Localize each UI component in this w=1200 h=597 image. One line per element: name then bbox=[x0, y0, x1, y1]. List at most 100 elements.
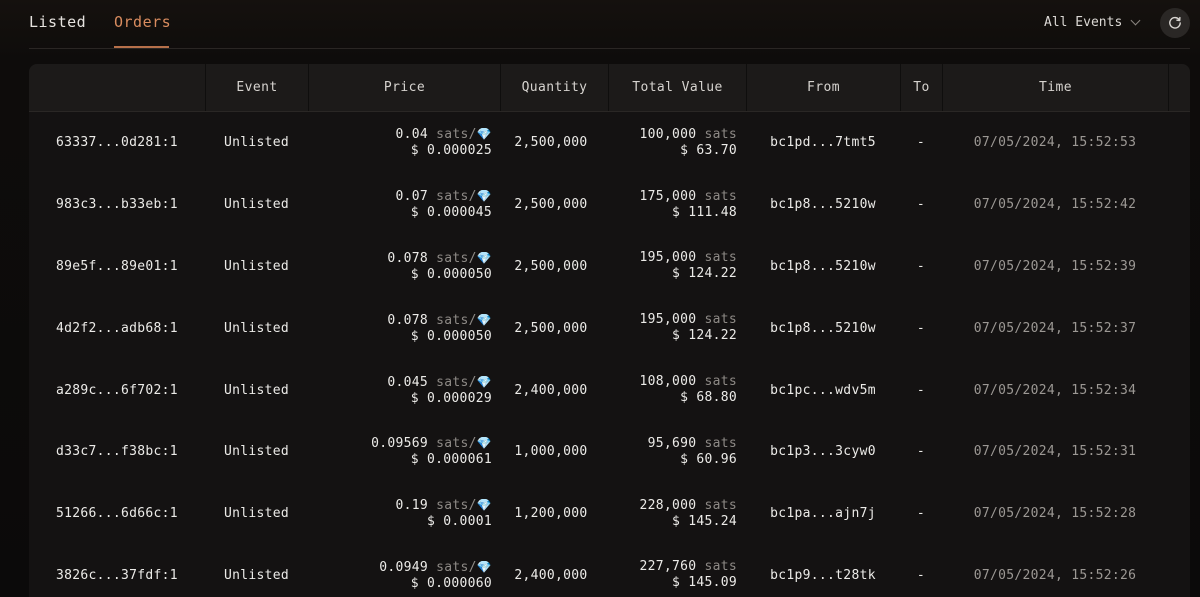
event-type: Unlisted bbox=[223, 258, 289, 274]
timestamp: 07/05/2024, 15:52:34 bbox=[973, 382, 1137, 398]
total-unit: sats bbox=[704, 312, 737, 328]
total-usd: $ 145.09 bbox=[671, 575, 737, 591]
inscription-id[interactable]: 63337...0d281:1 bbox=[56, 112, 178, 174]
to-address: - bbox=[916, 506, 926, 522]
inscription-id[interactable]: 3826c...37fdf:1 bbox=[56, 545, 178, 597]
table-row[interactable]: d33c7...f38bc:1 Unlisted 0.09569 sats/💎 $ 0… bbox=[29, 421, 1190, 483]
table-row[interactable]: 983c3...b33eb:1 Unlisted 0.07 sats/💎 $ 0.00… bbox=[29, 174, 1190, 236]
quantity: 2,500,000 bbox=[514, 258, 588, 274]
price-unit: sats/ bbox=[436, 559, 477, 575]
quantity: 2,400,000 bbox=[514, 567, 588, 583]
timestamp: 07/05/2024, 15:52:26 bbox=[973, 567, 1137, 583]
price-unit: sats/ bbox=[436, 127, 477, 143]
quantity: 2,400,000 bbox=[514, 382, 588, 398]
quantity: 2,500,000 bbox=[514, 135, 588, 151]
diamond-icon: 💎 bbox=[476, 436, 492, 451]
inscription-id[interactable]: 89e5f...89e01:1 bbox=[56, 236, 178, 298]
top-bar: Listed Orders All Events bbox=[0, 0, 1200, 48]
event-filter-dropdown[interactable]: All Events bbox=[1044, 15, 1141, 30]
total-sats: 195,000 bbox=[639, 312, 697, 328]
orders-table: Event Price Quantity Total Value From To… bbox=[29, 64, 1190, 597]
refresh-button[interactable] bbox=[1160, 8, 1190, 38]
from-address[interactable]: bc1pc...wdv5m bbox=[747, 359, 899, 421]
table-row[interactable]: 3826c...37fdf:1 Unlisted 0.0949 sats/💎 $ 0.… bbox=[29, 545, 1190, 597]
tab-listed[interactable]: Listed bbox=[29, 13, 86, 31]
header-from: From bbox=[807, 80, 840, 95]
inscription-id[interactable]: d33c7...f38bc:1 bbox=[56, 421, 178, 483]
event-type: Unlisted bbox=[223, 197, 289, 213]
header-to: To bbox=[913, 80, 930, 95]
price-unit: sats/ bbox=[436, 250, 477, 266]
total-value-cell: 100,000 sats $ 63.70 bbox=[609, 112, 737, 174]
total-value-cell: 227,760 sats $ 145.09 bbox=[609, 545, 737, 597]
table-row[interactable]: 89e5f...89e01:1 Unlisted 0.078 sats/💎 $ 0.0… bbox=[29, 236, 1190, 298]
price-sats: 0.078 bbox=[387, 312, 428, 328]
total-value-cell: 108,000 sats $ 68.80 bbox=[609, 359, 737, 421]
inscription-id[interactable]: 983c3...b33eb:1 bbox=[56, 174, 178, 236]
total-value-cell: 228,000 sats $ 145.24 bbox=[609, 483, 737, 545]
total-usd: $ 68.80 bbox=[680, 390, 737, 406]
diamond-icon: 💎 bbox=[476, 312, 492, 327]
total-usd: $ 124.22 bbox=[671, 266, 737, 282]
timestamp: 07/05/2024, 15:52:31 bbox=[973, 444, 1137, 460]
header-price: Price bbox=[383, 80, 426, 95]
total-sats: 95,690 bbox=[647, 435, 697, 451]
timestamp: 07/05/2024, 15:52:42 bbox=[973, 197, 1137, 213]
timestamp: 07/05/2024, 15:52:37 bbox=[973, 320, 1137, 336]
to-address: - bbox=[916, 382, 926, 398]
price-unit: sats/ bbox=[436, 436, 477, 452]
inscription-id[interactable]: 4d2f2...adb68:1 bbox=[56, 297, 178, 359]
quantity: 1,000,000 bbox=[514, 444, 588, 460]
total-value-cell: 95,690 sats $ 60.96 bbox=[609, 421, 737, 483]
price-sats: 0.09569 bbox=[371, 436, 428, 452]
chevron-down-icon bbox=[1130, 15, 1141, 26]
total-sats: 175,000 bbox=[639, 188, 697, 204]
total-unit: sats bbox=[704, 559, 737, 575]
price-cell: 0.045 sats/💎 $ 0.000029 bbox=[309, 359, 492, 421]
price-sats: 0.0949 bbox=[379, 559, 428, 575]
table-row[interactable]: 51266...6d66c:1 Unlisted 0.19 sats/💎 $ 0.00… bbox=[29, 483, 1190, 545]
column-separator bbox=[1168, 64, 1169, 111]
price-unit: sats/ bbox=[436, 498, 477, 514]
from-address[interactable]: bc1p8...5210w bbox=[747, 236, 899, 298]
tab-orders[interactable]: Orders bbox=[114, 13, 171, 31]
price-sats: 0.07 bbox=[395, 189, 428, 205]
from-address[interactable]: bc1p3...3cyw0 bbox=[747, 421, 899, 483]
price-cell: 0.0949 sats/💎 $ 0.000060 bbox=[309, 545, 492, 597]
event-type: Unlisted bbox=[223, 382, 289, 398]
from-address[interactable]: bc1p8...5210w bbox=[747, 174, 899, 236]
from-address[interactable]: bc1pa...ajn7j bbox=[747, 483, 899, 545]
header-event: Event bbox=[236, 80, 278, 95]
inscription-id[interactable]: 51266...6d66c:1 bbox=[56, 483, 178, 545]
header-time: Time bbox=[1039, 80, 1072, 95]
from-address[interactable]: bc1p8...5210w bbox=[747, 297, 899, 359]
price-cell: 0.04 sats/💎 $ 0.000025 bbox=[309, 112, 492, 174]
event-filter-label: All Events bbox=[1044, 15, 1123, 30]
diamond-icon: 💎 bbox=[476, 189, 492, 204]
total-unit: sats bbox=[704, 374, 737, 390]
inscription-id[interactable]: a289c...6f702:1 bbox=[56, 359, 178, 421]
total-usd: $ 60.96 bbox=[680, 451, 737, 467]
price-cell: 0.09569 sats/💎 $ 0.000061 bbox=[309, 421, 492, 483]
price-sats: 0.078 bbox=[387, 250, 428, 266]
total-sats: 108,000 bbox=[639, 374, 697, 390]
price-unit: sats/ bbox=[436, 312, 477, 328]
from-address[interactable]: bc1p9...t28tk bbox=[747, 545, 899, 597]
price-cell: 0.078 sats/💎 $ 0.000050 bbox=[309, 297, 492, 359]
price-usd: $ 0.000029 bbox=[410, 390, 492, 406]
price-usd: $ 0.000045 bbox=[410, 205, 492, 221]
diamond-icon: 💎 bbox=[476, 559, 492, 574]
refresh-icon bbox=[1169, 16, 1181, 29]
price-cell: 0.07 sats/💎 $ 0.000045 bbox=[309, 174, 492, 236]
table-row[interactable]: a289c...6f702:1 Unlisted 0.045 sats/💎 $ 0.0… bbox=[29, 359, 1190, 421]
price-usd: $ 0.000061 bbox=[410, 452, 492, 468]
price-usd: $ 0.000050 bbox=[410, 266, 492, 282]
table-row[interactable]: 4d2f2...adb68:1 Unlisted 0.078 sats/💎 $ 0.0… bbox=[29, 297, 1190, 359]
price-usd: $ 0.000050 bbox=[410, 328, 492, 344]
total-value-cell: 175,000 sats $ 111.48 bbox=[609, 174, 737, 236]
diamond-icon: 💎 bbox=[476, 250, 492, 265]
event-type: Unlisted bbox=[223, 444, 289, 460]
price-usd: $ 0.000025 bbox=[410, 143, 492, 159]
table-row[interactable]: 63337...0d281:1 Unlisted 0.04 sats/💎 $ 0.00… bbox=[29, 112, 1190, 174]
from-address[interactable]: bc1pd...7tmt5 bbox=[747, 112, 899, 174]
